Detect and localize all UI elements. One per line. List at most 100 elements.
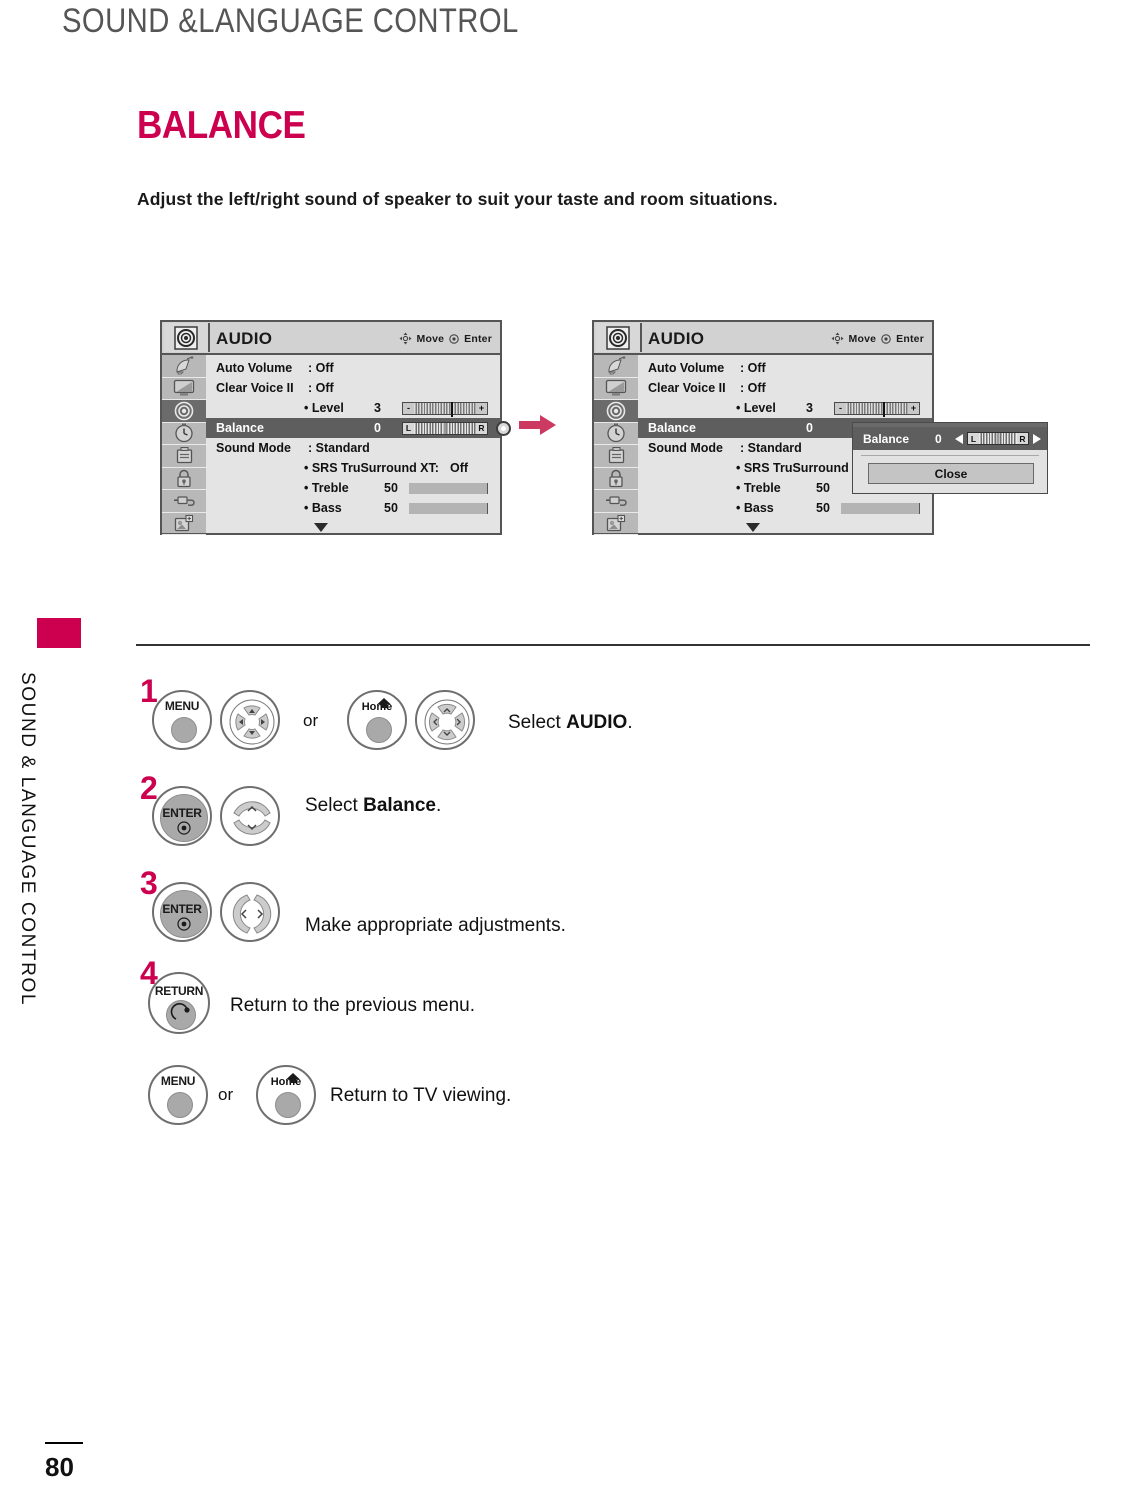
osd-panel-audio-menu: AUDIO Move Enter Auto Volume: Off Clear… — [160, 320, 511, 535]
row-label: • Bass — [304, 501, 342, 515]
osd-title-text: AUDIO — [216, 329, 273, 348]
osd-row-auto-volume[interactable]: Auto Volume : Off — [206, 358, 500, 378]
sidebar-icon-clock-time[interactable] — [162, 423, 206, 445]
row-value: : Standard — [740, 441, 802, 455]
sidebar-icon-input-connector[interactable] — [594, 490, 638, 513]
popup-header: Balance 0 L R — [853, 427, 1047, 450]
treble-bar[interactable] — [409, 482, 488, 494]
row-label: Clear Voice II — [648, 381, 726, 395]
osd-row-balance[interactable]: Balance 0 L R — [206, 418, 511, 438]
sidebar-icon-lock[interactable] — [162, 468, 206, 490]
popup-left-arrow-icon[interactable] — [955, 434, 963, 444]
row-value: : Off — [740, 361, 766, 375]
osd-icon-column — [162, 355, 206, 535]
sidebar-icon-lock[interactable] — [594, 468, 638, 490]
row-label: Clear Voice II — [216, 381, 294, 395]
dpad-four-way-icon[interactable] — [229, 699, 275, 745]
sidebar-icon-input-connector[interactable] — [162, 490, 206, 513]
sidebar-icon-tv-picture[interactable] — [162, 378, 206, 400]
nav-pad-step1[interactable] — [220, 690, 280, 750]
step-2-text-prefix: Select — [305, 795, 364, 816]
enter-button-step3[interactable]: ENTER — [152, 882, 212, 942]
row-label: Balance — [216, 421, 264, 435]
osd-row-sound-mode[interactable]: Sound Mode : Standard — [206, 438, 500, 458]
menu-button-dot[interactable] — [171, 717, 197, 743]
bass-bar[interactable] — [409, 502, 488, 514]
step-1-text-bold: AUDIO — [566, 712, 628, 733]
balance-adjust-popup: Balance 0 L R Close — [852, 422, 1048, 494]
popup-right-arrow-icon[interactable] — [1033, 434, 1041, 444]
home-button-return-tv[interactable]: Home — [256, 1065, 316, 1125]
leftright-pad-step3[interactable] — [220, 882, 280, 942]
bass-bar[interactable] — [841, 502, 920, 514]
menu-button-return-tv[interactable]: MENU — [148, 1065, 208, 1125]
balance-track — [414, 422, 476, 434]
row-value: 50 — [384, 501, 398, 515]
home-button-dot[interactable] — [275, 1092, 301, 1118]
updown-pad-step2[interactable] — [220, 786, 280, 846]
step-2-text-suffix: . — [435, 795, 442, 816]
step-3-text-prefix: Make appropriate adjustments. — [305, 915, 566, 936]
step-4b-text-prefix: Return to TV viewing. — [330, 1085, 512, 1106]
osd-row-level[interactable]: • Level 3 - + — [206, 398, 500, 418]
level-slider[interactable]: - + — [834, 401, 920, 417]
sidebar-icon-audio[interactable] — [594, 400, 638, 423]
level-thumb[interactable] — [883, 401, 886, 417]
step-1-instruction: Select AUDIO. — [508, 712, 633, 734]
sidebar-icon-setup-options[interactable] — [162, 445, 206, 468]
return-button-step4[interactable]: RETURN — [148, 972, 210, 1034]
sidebar-icon-tv-picture[interactable] — [594, 378, 638, 400]
osd-hints: Move Enter — [831, 332, 924, 345]
enter-button-step2[interactable]: ENTER — [152, 786, 212, 846]
home-button-step1[interactable]: Home — [347, 690, 407, 750]
up-down-arrows-icon[interactable] — [229, 795, 275, 841]
osd-row-treble[interactable]: • Treble 50 — [206, 478, 500, 498]
sidebar-icon-usb-media[interactable] — [162, 513, 206, 535]
dpad-four-way-icon[interactable] — [424, 699, 470, 745]
row-label: • Level — [304, 401, 344, 415]
hint-enter-label: Enter — [896, 332, 924, 345]
level-plus-icon[interactable]: + — [908, 402, 919, 414]
menu-button-step1[interactable]: MENU — [152, 690, 212, 750]
level-slider[interactable]: - + — [402, 401, 488, 417]
osd-row-bass[interactable]: • Bass 50 — [206, 498, 500, 518]
sidebar-icon-audio[interactable] — [162, 400, 206, 423]
balance-slider[interactable]: L R — [402, 421, 488, 435]
sidebar-icon-satellite-dish[interactable] — [162, 355, 206, 378]
popup-balance-track — [979, 433, 1017, 444]
osd-row-srs-trusurround[interactable]: • SRS TruSurround XT: Off — [206, 458, 500, 478]
menu-button-dot[interactable] — [167, 1092, 193, 1118]
sidebar-icon-satellite-dish[interactable] — [594, 355, 638, 378]
osd-row-clear-voice[interactable]: Clear Voice II : Off — [206, 378, 500, 398]
level-minus-icon[interactable]: - — [835, 402, 846, 414]
scroll-down-arrow-icon[interactable] — [314, 523, 328, 532]
step-2-text-bold: Balance — [363, 795, 436, 816]
move-dpad-icon — [399, 332, 412, 345]
home-button-dot[interactable] — [366, 717, 392, 743]
osd-row-level[interactable]: • Level 3 - + — [638, 398, 932, 418]
left-right-arrows-icon[interactable] — [229, 891, 275, 937]
popup-close-button[interactable]: Close — [868, 463, 1034, 484]
level-plus-icon[interactable]: + — [476, 402, 487, 414]
osd-title-text: AUDIO — [648, 329, 705, 348]
sidebar-icon-setup-options[interactable] — [594, 445, 638, 468]
row-label: Balance — [648, 421, 696, 435]
row-value: : Off — [740, 381, 766, 395]
balance-left-label: L — [403, 422, 414, 434]
level-minus-icon[interactable]: - — [403, 402, 414, 414]
sidebar-icon-clock-time[interactable] — [594, 423, 638, 445]
popup-balance-slider[interactable]: L R — [967, 432, 1029, 445]
balance-center-gap — [443, 422, 447, 434]
nav-pad-b-step1[interactable] — [415, 690, 475, 750]
scroll-down-arrow-icon[interactable] — [746, 523, 760, 532]
step-1-text-suffix: . — [627, 712, 633, 733]
row-label: Sound Mode — [648, 441, 723, 455]
or-label-step4: or — [218, 1085, 234, 1104]
osd-row-auto-volume[interactable]: Auto Volume : Off — [638, 358, 932, 378]
osd-row-bass[interactable]: • Bass 50 — [638, 498, 932, 518]
sidebar-icon-usb-media[interactable] — [594, 513, 638, 535]
level-thumb[interactable] — [451, 401, 454, 417]
osd-row-clear-voice[interactable]: Clear Voice II : Off — [638, 378, 932, 398]
balance-enter-indicator-icon[interactable] — [496, 420, 511, 436]
menu-button-label: MENU — [160, 1074, 196, 1088]
